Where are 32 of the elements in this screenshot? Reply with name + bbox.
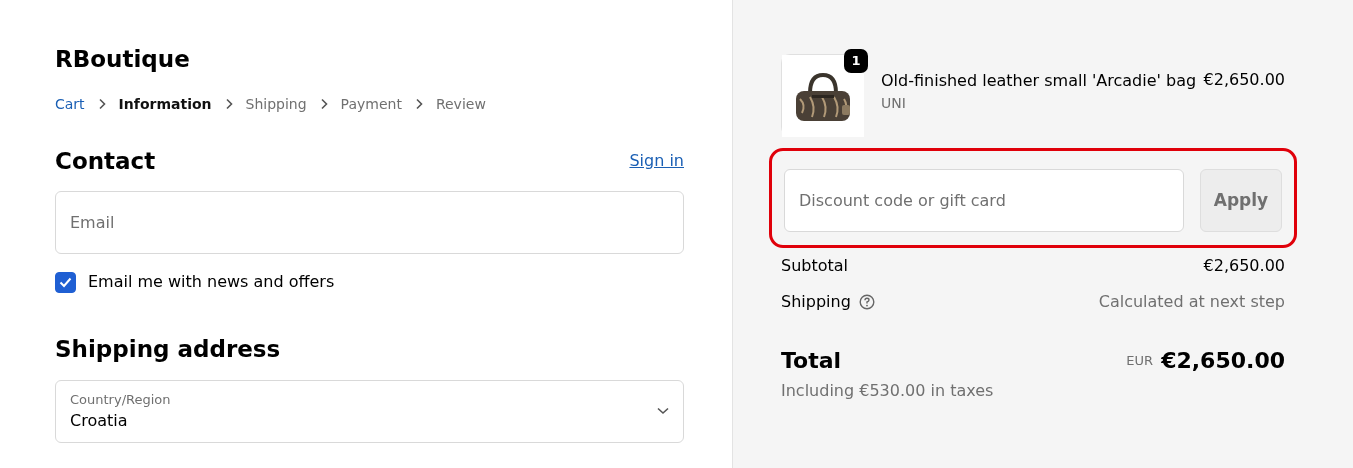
subtotal-value: €2,650.00 bbox=[1203, 255, 1285, 277]
breadcrumb-step: Information bbox=[118, 93, 212, 115]
product-name: Old-finished leather small 'Arcadie' bag bbox=[881, 69, 1198, 92]
breadcrumb-step: Payment bbox=[340, 93, 402, 115]
chevron-down-icon bbox=[657, 407, 669, 416]
check-icon bbox=[59, 276, 72, 288]
product-price: €2,650.00 bbox=[1203, 69, 1285, 91]
store-name: RBoutique bbox=[55, 46, 191, 74]
select-value: Croatia bbox=[70, 410, 129, 433]
field-label: Country/Region bbox=[70, 390, 171, 409]
help-icon[interactable] bbox=[858, 294, 875, 310]
currency-code: EUR bbox=[1126, 351, 1154, 370]
breadcrumb-step: Shipping bbox=[245, 93, 307, 115]
tax-note: Including €530.00 in taxes bbox=[781, 380, 995, 402]
section-heading: Contact bbox=[55, 147, 156, 176]
checkbox[interactable] bbox=[55, 271, 76, 293]
total-value: €2,650.00 bbox=[1161, 347, 1285, 375]
country-select[interactable]: Country/Region Croatia bbox=[55, 379, 684, 443]
email-field[interactable]: Email bbox=[55, 191, 684, 255]
apply-button[interactable]: Apply bbox=[1200, 169, 1282, 232]
breadcrumb-step: Review bbox=[435, 93, 486, 115]
total-label: Total bbox=[781, 347, 842, 375]
subtotal-label: Subtotal bbox=[781, 255, 849, 277]
section-heading: Shipping address bbox=[55, 336, 282, 364]
checkbox-label: Email me with news and offers bbox=[88, 271, 335, 294]
quantity-badge: 1 bbox=[844, 49, 868, 73]
breadcrumb-step[interactable]: Cart bbox=[55, 93, 85, 115]
discount-field[interactable]: Discount code or gift card bbox=[784, 169, 1184, 232]
product-variant: UNI bbox=[881, 93, 907, 113]
sign-in-link[interactable]: Sign in bbox=[629, 149, 684, 174]
shipping-label: Shipping bbox=[781, 291, 851, 313]
shipping-value: Calculated at next step bbox=[1098, 291, 1285, 313]
